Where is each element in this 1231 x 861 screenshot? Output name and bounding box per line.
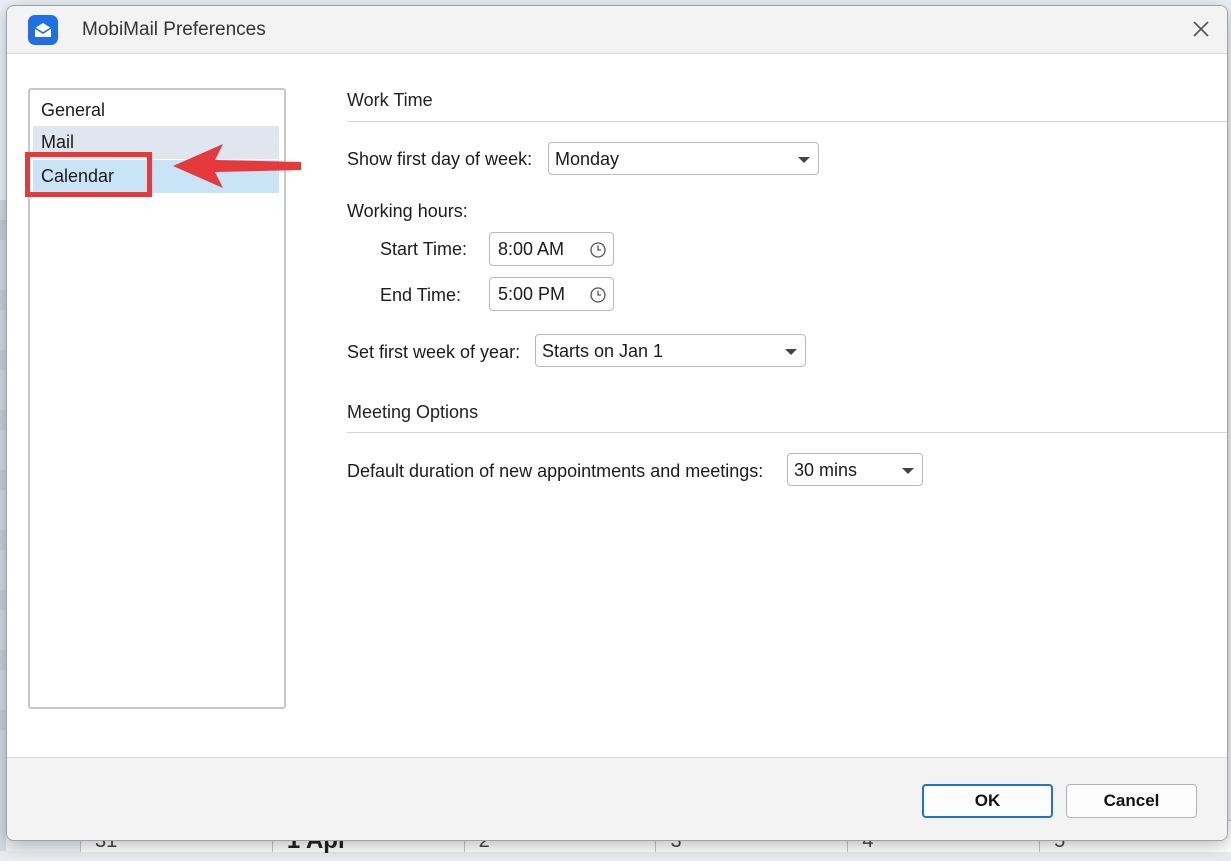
section-divider [347, 121, 1227, 122]
first-week-label: Set first week of year: [347, 342, 521, 362]
start-time-label: Start Time: [380, 239, 468, 259]
chevron-down-icon [798, 157, 810, 163]
mail-envelope-icon [28, 15, 58, 45]
default-duration-label: Default duration of new appointments and… [347, 461, 764, 481]
default-duration-value: 30 mins [794, 460, 858, 480]
start-time-field[interactable]: 8:00 AM [489, 232, 614, 266]
close-icon[interactable] [1189, 17, 1213, 41]
clock-icon[interactable] [589, 286, 607, 304]
chevron-down-icon [785, 349, 797, 355]
end-time-value: 5:00 PM [498, 284, 566, 304]
title-bar: MobiMail Preferences [7, 6, 1227, 54]
first-day-value: Monday [555, 149, 620, 169]
chevron-down-icon [902, 468, 914, 474]
first-week-value: Starts on Jan 1 [542, 341, 664, 361]
end-time-label: End Time: [380, 285, 462, 305]
nav-item-general[interactable]: General [33, 94, 279, 127]
first-week-select[interactable]: Starts on Jan 1 [535, 334, 806, 367]
annotation-arrow [173, 144, 301, 188]
work-time-heading: Work Time [347, 90, 433, 110]
dialog-footer: OK Cancel [7, 757, 1227, 840]
start-time-value: 8:00 AM [498, 239, 565, 259]
working-hours-label: Working hours: [347, 201, 468, 221]
cancel-button[interactable]: Cancel [1066, 784, 1197, 818]
end-time-field[interactable]: 5:00 PM [489, 277, 614, 311]
ok-button[interactable]: OK [922, 784, 1053, 818]
first-day-label: Show first day of week: [347, 149, 533, 169]
meeting-options-heading: Meeting Options [347, 402, 479, 422]
clock-icon[interactable] [589, 241, 607, 259]
preferences-dialog: MobiMail Preferences General Mail Calend… [6, 5, 1228, 841]
first-day-select[interactable]: Monday [548, 142, 819, 175]
annotation-highlight-box [25, 152, 152, 197]
section-divider [347, 432, 1227, 433]
default-duration-select[interactable]: 30 mins [787, 453, 923, 486]
window-title: MobiMail Preferences [82, 19, 266, 40]
